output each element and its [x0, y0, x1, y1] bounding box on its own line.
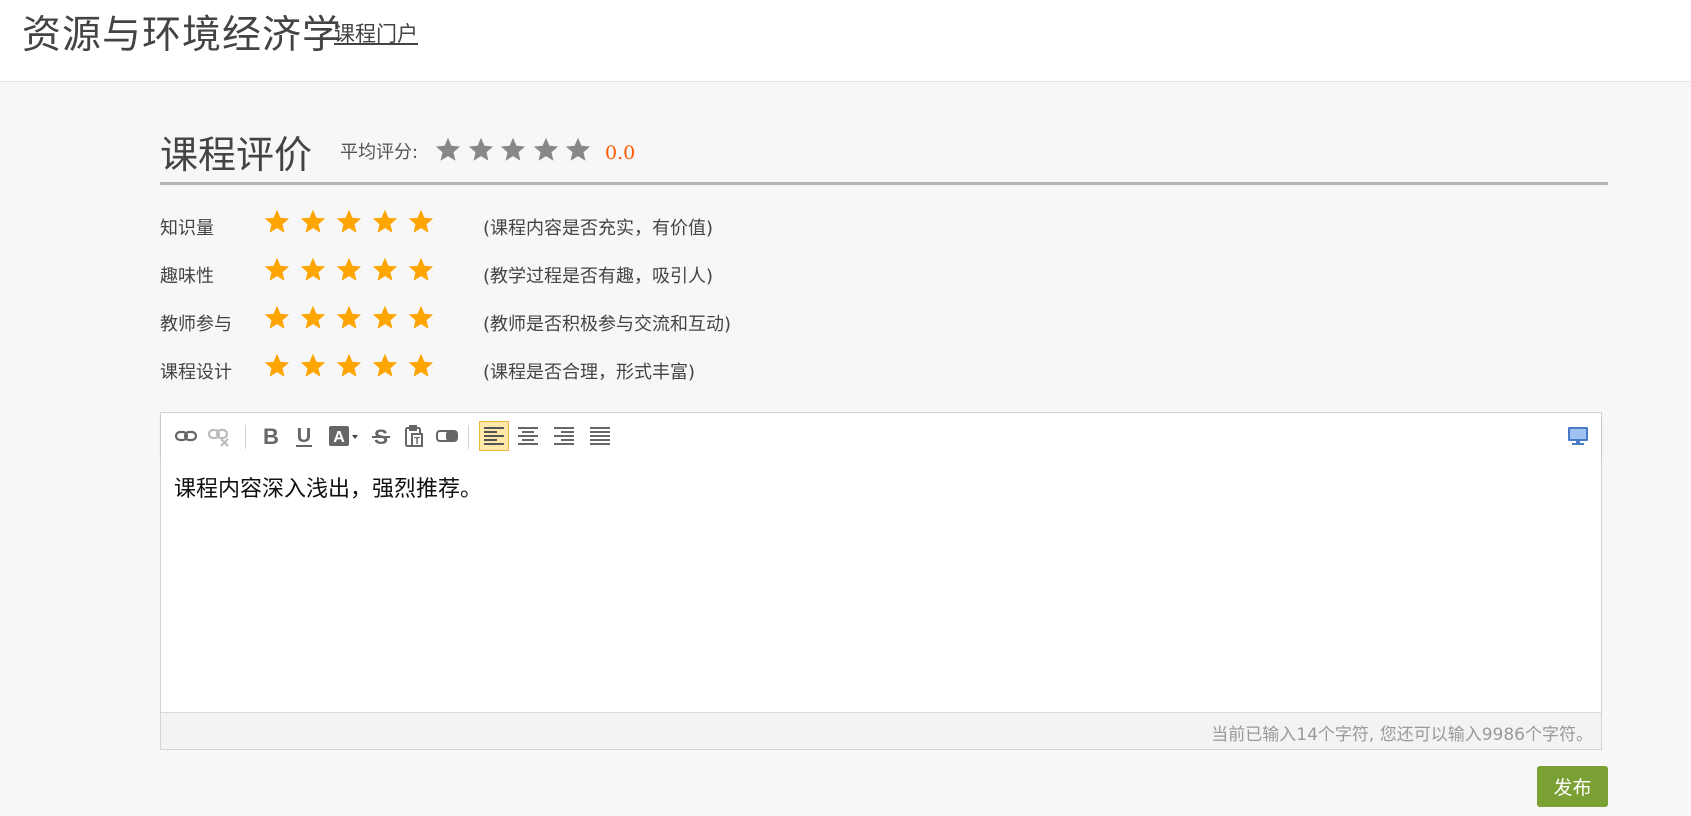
average-rating-stars	[434, 136, 597, 164]
link-icon[interactable]	[171, 421, 201, 451]
align-center-icon[interactable]	[513, 421, 543, 451]
publish-button[interactable]: 发布	[1537, 766, 1608, 807]
clear-format-icon[interactable]	[432, 421, 462, 451]
toolbar-divider	[468, 425, 469, 449]
star-icon[interactable]	[371, 208, 399, 236]
star-icon	[533, 137, 558, 161]
editor-content-area[interactable]: 课程内容深入浅出，强烈推荐。	[161, 459, 1601, 712]
rating-label: 教师参与	[160, 314, 232, 335]
average-rating-score: 0.0	[605, 142, 636, 164]
star-icon[interactable]	[335, 352, 363, 380]
font-color-icon[interactable]: A	[325, 421, 363, 451]
star-icon[interactable]	[299, 208, 327, 236]
rating-hint: (教学过程是否有趣，吸引人)	[483, 266, 714, 287]
strikethrough-icon[interactable]: S	[366, 421, 396, 451]
rating-stars[interactable]	[263, 256, 443, 284]
toolbar-divider	[245, 425, 246, 449]
star-icon[interactable]	[407, 256, 435, 284]
average-rating-label: 平均评分:	[340, 142, 419, 163]
star-icon[interactable]	[371, 256, 399, 284]
rating-criteria-list: 知识量 (课程内容是否充实，有价值) 趣味性 (教学过程是否有趣，吸引人) 教师…	[160, 208, 960, 400]
unlink-icon[interactable]	[204, 421, 234, 451]
rating-row-teacher: 教师参与 (教师是否积极参与交流和互动)	[160, 304, 960, 352]
star-icon	[435, 137, 461, 161]
rating-hint: (课程是否合理，形式丰富)	[483, 362, 696, 383]
page-header: 资源与环境经济学 课程门户	[0, 0, 1691, 82]
evaluation-section: 课程评价 平均评分: 0.0 知识量 (课程内容是否充实，有价值) 趣味性 (教…	[160, 82, 1608, 807]
rating-stars[interactable]	[263, 352, 443, 380]
bold-icon[interactable]: B	[256, 421, 286, 451]
underline-icon[interactable]: U	[289, 421, 319, 451]
editor-toolbar: B U A S T	[161, 413, 1601, 459]
svg-text:B: B	[263, 424, 279, 448]
rating-hint: (教师是否积极参与交流和互动)	[483, 314, 732, 335]
star-icon[interactable]	[335, 304, 363, 332]
rating-stars[interactable]	[263, 208, 443, 236]
star-icon	[468, 137, 493, 161]
rating-stars[interactable]	[263, 304, 443, 332]
align-justify-icon[interactable]	[585, 421, 615, 451]
star-icon[interactable]	[335, 256, 363, 284]
star-icon[interactable]	[407, 304, 435, 332]
star-icon[interactable]	[263, 304, 291, 332]
star-icon[interactable]	[299, 256, 327, 284]
rich-text-editor: B U A S T 课程内容深入浅出，强烈推荐。 当前已输入14个字符, 您还可…	[160, 412, 1602, 750]
star-icon	[565, 137, 591, 161]
character-count: 当前已输入14个字符, 您还可以输入9986个字符。	[1211, 725, 1593, 745]
rating-row-knowledge: 知识量 (课程内容是否充实，有价值)	[160, 208, 960, 256]
star-icon[interactable]	[335, 208, 363, 236]
star-icon[interactable]	[263, 256, 291, 284]
rating-label: 课程设计	[160, 362, 232, 383]
svg-text:A: A	[333, 429, 345, 446]
course-title: 资源与环境经济学	[22, 13, 343, 58]
star-icon	[500, 137, 526, 161]
align-right-icon[interactable]	[549, 421, 579, 451]
star-icon[interactable]	[263, 208, 291, 236]
rating-label: 知识量	[160, 218, 214, 239]
star-icon[interactable]	[299, 352, 327, 380]
svg-text:T: T	[414, 436, 420, 447]
paste-text-icon[interactable]: T	[399, 421, 429, 451]
star-icon[interactable]	[371, 304, 399, 332]
star-icon[interactable]	[263, 352, 291, 380]
editor-content-text: 课程内容深入浅出，强烈推荐。	[174, 477, 483, 502]
evaluation-title: 课程评价	[160, 133, 313, 177]
course-portal-link[interactable]: 课程门户	[334, 18, 418, 48]
preview-icon[interactable]	[1563, 421, 1593, 451]
align-left-icon[interactable]	[479, 421, 509, 451]
evaluation-header: 课程评价 平均评分: 0.0	[160, 82, 1608, 185]
rating-row-design: 课程设计 (课程是否合理，形式丰富)	[160, 352, 960, 400]
svg-text:U: U	[297, 425, 311, 447]
rating-hint: (课程内容是否充实，有价值)	[483, 218, 714, 239]
star-icon[interactable]	[299, 304, 327, 332]
star-icon[interactable]	[407, 352, 435, 380]
star-icon[interactable]	[371, 352, 399, 380]
editor-status-bar: 当前已输入14个字符, 您还可以输入9986个字符。	[161, 712, 1601, 749]
rating-row-interest: 趣味性 (教学过程是否有趣，吸引人)	[160, 256, 960, 304]
rating-label: 趣味性	[160, 266, 214, 287]
star-icon[interactable]	[407, 208, 435, 236]
